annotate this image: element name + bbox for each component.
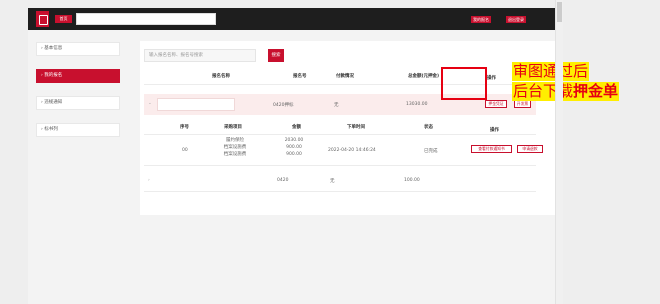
sub-header-index: 序号 xyxy=(180,125,189,130)
search-input[interactable]: 输入报名名称、报名号搜索 xyxy=(144,49,256,62)
sub-amounts: 2030.00 900.00 900.00 xyxy=(284,138,304,157)
divider xyxy=(144,191,536,192)
sub-header-amount: 金额 xyxy=(292,125,301,130)
total-amount: 13030.00 xyxy=(406,102,428,107)
site-logo[interactable] xyxy=(36,11,49,27)
logout-link[interactable]: 退出登录 xyxy=(506,16,526,23)
divider xyxy=(144,134,536,135)
sub-header-actions: 操作 xyxy=(490,128,499,133)
apply-refund-button[interactable]: 申请退款 xyxy=(517,145,543,153)
col-header-payment: 付款情况 xyxy=(336,74,354,79)
sub-header-status: 状态 xyxy=(424,125,433,130)
deposit-voucher-highlight xyxy=(441,67,487,100)
sidebar-item-bid-docs[interactable]: › 标书列 xyxy=(36,123,120,137)
col-header-number: 报名号 xyxy=(293,74,307,79)
annotation-line-2: 后台下载押金单 xyxy=(512,82,620,101)
sidebar-item-my-registration[interactable]: › 我的报名 xyxy=(36,69,120,83)
sub-header-time: 下单时间 xyxy=(347,125,365,130)
sub-index: 00 xyxy=(182,148,188,153)
sub-header-item: 采购项目 xyxy=(224,125,242,130)
col-header-actions: 操作 xyxy=(487,76,496,81)
invoice-button[interactable]: 开发票 xyxy=(514,100,531,108)
top-navbar: 首页 我的报名 退出登录 xyxy=(28,8,555,30)
order-time: 2022-04-20 14:46:24 xyxy=(328,148,376,153)
deposit-voucher-button[interactable]: 押金凭证 xyxy=(485,100,507,108)
registration-panel: 输入报名名称、报名号搜索 搜索 报名名称 报名号 付款情况 总金额(元押金) 操… xyxy=(140,41,556,215)
total-amount: 100.00 xyxy=(404,178,420,183)
order-status: 已完成 xyxy=(424,149,438,154)
payment-status: 无 xyxy=(334,103,339,108)
my-registration-link[interactable]: 我的报名 xyxy=(471,16,491,23)
divider xyxy=(144,165,536,166)
col-header-name: 报名名称 xyxy=(212,74,230,79)
sub-items: 履约保险 档案设施费 档案设施费 xyxy=(223,138,247,157)
registration-name-cell xyxy=(157,98,235,111)
scrollbar-thumb[interactable] xyxy=(557,2,562,22)
col-header-amount: 总金额(元押金) xyxy=(408,74,440,79)
payment-status: 无 xyxy=(330,179,335,184)
view-payment-notice-button[interactable]: 查看付款通知书 xyxy=(471,145,512,153)
expand-toggle-icon[interactable]: › xyxy=(148,178,150,183)
sidebar-item-basic-info[interactable]: › 基本信息 xyxy=(36,42,120,56)
annotation-line-1: 审图通过后 xyxy=(512,62,590,81)
vertical-scrollbar[interactable] xyxy=(555,0,563,304)
expand-toggle-icon[interactable]: ⌄ xyxy=(148,101,152,106)
sidebar: › 基本信息 › 我的报名 › 违规通知 › 标书列 xyxy=(36,42,120,150)
search-button[interactable]: 搜索 xyxy=(268,49,284,62)
home-button[interactable]: 首页 xyxy=(55,15,72,23)
sidebar-item-violation-notice[interactable]: › 违规通知 xyxy=(36,96,120,110)
top-search-input[interactable] xyxy=(76,13,216,25)
registration-number: 0420 xyxy=(277,178,289,183)
registration-number: 0420押标 xyxy=(273,103,294,108)
